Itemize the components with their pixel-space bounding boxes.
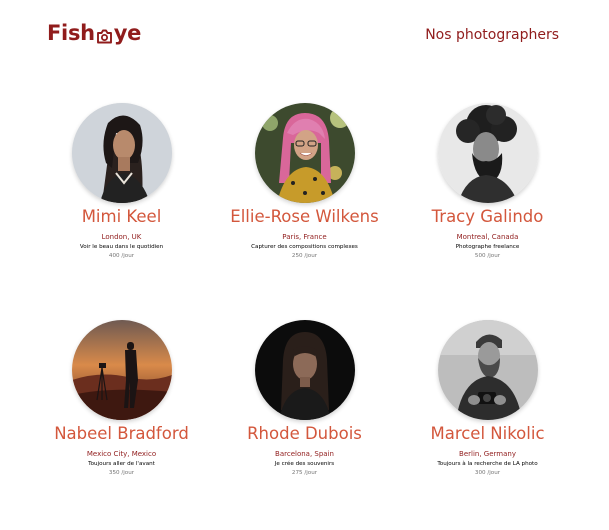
photographer-location: Berlin, Germany: [459, 450, 516, 458]
photographer-portrait[interactable]: [71, 320, 172, 420]
photographer-tagline: Voir le beau dans le quotidien: [79, 244, 164, 250]
photographer-portrait[interactable]: [254, 103, 355, 203]
logo-text-left: Fish: [47, 21, 95, 45]
photographer-price: 350 /jour: [108, 470, 135, 476]
photographer-portrait[interactable]: [254, 320, 355, 420]
photographer-name[interactable]: Mimi Keel: [30, 203, 213, 230]
photographer-tagline: Toujours à la recherche de LA photo: [437, 461, 538, 467]
camera-icon: [96, 26, 113, 43]
photographer-tagline: Toujours aller de l'avant: [88, 461, 155, 467]
photographer-price: 250 /jour: [291, 253, 318, 259]
photographer-tagline: Je crée des souvenirs: [274, 461, 335, 467]
site-header: Fish ye Nos photographers: [0, 0, 609, 70]
photographer-location: Mexico City, Mexico: [86, 450, 157, 458]
photographer-name[interactable]: Tracy Galindo: [396, 203, 579, 230]
photographer-price: 500 /jour: [474, 253, 501, 259]
photographer-location: Barcelona, Spain: [275, 450, 334, 458]
photographer-location: Paris, France: [282, 233, 327, 241]
photographer-price: 300 /jour: [474, 470, 501, 476]
photographer-tagline: Photographe freelance: [455, 244, 520, 250]
photographer-card[interactable]: Rhode Dubois Barcelona, Spain Je crée de…: [213, 320, 396, 478]
photographer-name[interactable]: Nabeel Bradford: [30, 420, 213, 447]
photographer-portrait[interactable]: [437, 103, 538, 203]
fisheye-logo[interactable]: Fish ye: [47, 21, 141, 45]
photographer-location: London, UK: [101, 233, 142, 241]
photographer-portrait[interactable]: [437, 320, 538, 420]
logo-text-right: ye: [113, 21, 142, 45]
photographer-name[interactable]: Marcel Nikolic: [396, 420, 579, 447]
photographer-card[interactable]: Tracy Galindo Montreal, Canada Photograp…: [396, 103, 579, 261]
page-title: Nos photographers: [425, 27, 559, 43]
photographer-portrait[interactable]: [71, 103, 172, 203]
photographer-price: 275 /jour: [291, 470, 318, 476]
photographer-card[interactable]: Nabeel Bradford Mexico City, Mexico Touj…: [30, 320, 213, 478]
photographer-card[interactable]: Mimi Keel London, UK Voir le beau dans l…: [30, 103, 213, 261]
photographer-tagline: Capturer des compositions complexes: [251, 244, 358, 250]
photographer-name[interactable]: Rhode Dubois: [213, 420, 396, 447]
photographer-price: 400 /jour: [108, 253, 135, 259]
photographer-location: Montreal, Canada: [456, 233, 519, 241]
photographer-name[interactable]: Ellie-Rose Wilkens: [213, 203, 396, 230]
photographer-card[interactable]: Ellie-Rose Wilkens Paris, France Capture…: [213, 103, 396, 261]
photographer-card[interactable]: Marcel Nikolic Berlin, Germany Toujours …: [396, 320, 579, 478]
